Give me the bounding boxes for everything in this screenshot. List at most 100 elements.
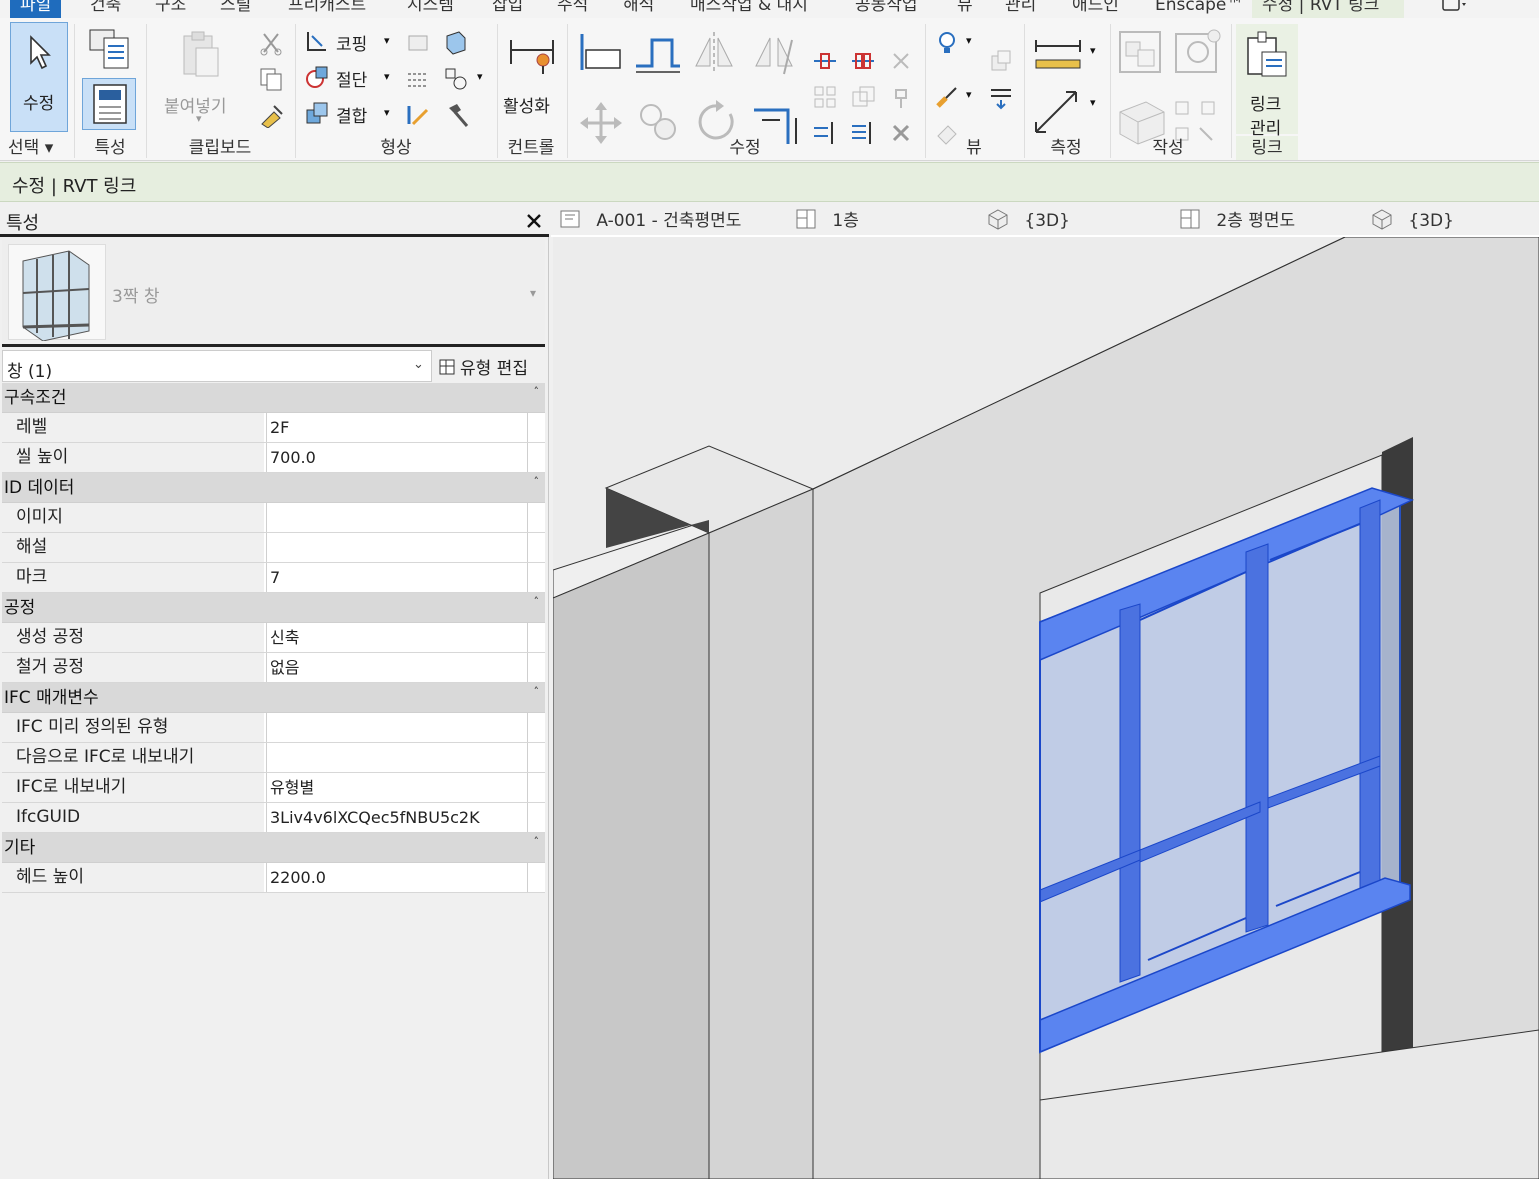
property-value[interactable]	[266, 743, 528, 772]
cut-geometry-button[interactable]: 절단 ▾	[304, 64, 400, 94]
create-group-icon[interactable]	[1116, 28, 1164, 76]
tab-annotate[interactable]: 주석	[547, 0, 598, 18]
quick-access-dropdown[interactable]	[1430, 0, 1475, 18]
property-value[interactable]	[266, 503, 528, 532]
scale-icon[interactable]	[850, 84, 876, 110]
edit-type-button[interactable]: 유형 편집	[436, 350, 546, 382]
pin-icon[interactable]	[888, 84, 914, 110]
beam-join-icon[interactable]	[405, 66, 431, 92]
tab-file[interactable]: 파일	[10, 0, 62, 18]
property-value[interactable]: 700.0	[266, 443, 528, 472]
property-value[interactable]	[266, 533, 528, 562]
property-group-header[interactable]: 기타 ˄	[2, 833, 545, 863]
view-tab-3d-1[interactable]: {3D}	[987, 205, 1070, 237]
tab-manage[interactable]: 관리	[995, 0, 1046, 18]
view-tab-1f[interactable]: 1층	[795, 205, 859, 237]
property-row: 철거 공정 없음	[2, 653, 545, 683]
tab-addins[interactable]: 애드인	[1062, 0, 1129, 18]
property-value[interactable]: 2F	[266, 413, 528, 442]
property-value[interactable]: 없음	[266, 653, 528, 682]
property-group-header[interactable]: 공정 ˄	[2, 593, 545, 623]
ribbon: 수정 선택 ▾ 특성 붙여넣기 ▾ 클립보드 코핑 ▾ 절단 ▾ 결합 ▾ ▾	[0, 18, 1539, 161]
collapse-chevron-icon[interactable]: ˄	[534, 685, 540, 698]
dropdown-arrow-icon: ▾	[1090, 96, 1096, 109]
tab-systems[interactable]: 시스템	[397, 0, 464, 18]
cope-button[interactable]: 코핑 ▾	[304, 28, 400, 58]
paint-icon[interactable]	[405, 102, 431, 128]
collapse-chevron-icon[interactable]: ˄	[534, 835, 540, 848]
collapse-chevron-icon[interactable]: ˄	[534, 385, 540, 398]
properties-title: 특성	[6, 213, 40, 234]
match-properties-icon[interactable]	[258, 102, 284, 128]
modify-button[interactable]: 수정	[10, 22, 68, 132]
dropdown-arrow-icon: ▾	[44, 138, 54, 158]
type-properties-icon	[89, 29, 129, 69]
demolish-hammer-icon[interactable]	[443, 102, 469, 128]
offset-icon[interactable]	[632, 30, 684, 76]
align-icon[interactable]	[576, 30, 624, 76]
close-icon[interactable]	[524, 211, 544, 231]
array-icon[interactable]	[812, 84, 838, 110]
paste-dropdown-icon: ▾	[196, 112, 202, 125]
linework-dropdown[interactable]: ▾	[934, 84, 976, 112]
tab-steel[interactable]: 스틸	[210, 0, 261, 18]
view-tab-3d-2[interactable]: {3D}	[1371, 205, 1454, 237]
measure-between-dropdown[interactable]: ▾	[1032, 36, 1102, 76]
tab-analyze[interactable]: 해석	[613, 0, 664, 18]
manage-links-button[interactable]: 링크 관리	[1236, 24, 1298, 139]
wall-joins-icon[interactable]	[405, 30, 431, 56]
join-button[interactable]: 결합 ▾	[304, 100, 400, 130]
property-value[interactable]: 신축	[266, 623, 528, 652]
dropdown-arrow-icon: ▾	[1090, 44, 1096, 57]
3d-viewport[interactable]	[553, 237, 1539, 1179]
create-similar-icon[interactable]	[1172, 28, 1224, 76]
view-tab-2f-plan[interactable]: 2층 평면도	[1179, 205, 1295, 237]
tab-precast[interactable]: 프리캐스트	[278, 0, 376, 18]
select-panel-title[interactable]: 선택 ▾	[8, 136, 68, 160]
property-value[interactable]: 유형별	[266, 773, 528, 802]
mirror-pick-axis-icon[interactable]	[692, 30, 738, 76]
tab-enscape[interactable]: Enscape™	[1145, 0, 1253, 18]
activate-button[interactable]: 활성화	[503, 26, 561, 126]
edit-type-icon	[439, 359, 455, 375]
tab-insert[interactable]: 삽입	[482, 0, 533, 18]
tab-massing-site[interactable]: 매스작업 & 대지	[680, 0, 818, 18]
property-group-header[interactable]: 구속조건 ˄	[2, 383, 545, 413]
property-value[interactable]: 7	[266, 563, 528, 592]
property-name: 이미지	[16, 507, 63, 527]
aligned-dimension-dropdown[interactable]: ▾	[1032, 88, 1102, 136]
collapse-chevron-icon[interactable]: ˄	[534, 475, 540, 488]
view-tab-a001[interactable]: A-001 - 건축평면도	[559, 205, 741, 237]
edit-type-label: 유형 편집	[460, 359, 528, 379]
instance-filter-select[interactable]: 창 (1) ⌄	[2, 350, 432, 382]
mirror-draw-axis-icon[interactable]	[752, 30, 798, 76]
tab-view[interactable]: 뷰	[947, 0, 983, 18]
tab-modify-rvt-link[interactable]: 수정 | RVT 링크	[1252, 0, 1404, 18]
copy-icon[interactable]	[258, 66, 284, 92]
hide-in-view-dropdown[interactable]: ▾	[934, 30, 976, 58]
property-value[interactable]: 2200.0	[266, 863, 528, 892]
property-value[interactable]	[266, 713, 528, 742]
tab-architecture[interactable]: 건축	[80, 0, 131, 18]
tab-collaborate[interactable]: 공동작업	[845, 0, 928, 18]
property-group-header[interactable]: ID 데이터 ˄	[2, 473, 545, 503]
override-graphics-icon[interactable]	[988, 48, 1014, 74]
properties-button[interactable]	[82, 78, 136, 130]
tab-structure[interactable]: 구조	[145, 0, 196, 18]
split-face-icon[interactable]	[443, 30, 469, 56]
collapse-chevron-icon[interactable]: ˄	[534, 595, 540, 608]
property-value[interactable]: 3Liv4v6lXCQec5fNBU5c2K	[266, 803, 528, 832]
3d-model-view[interactable]	[553, 237, 1539, 1179]
paintbrush-icon	[936, 87, 957, 108]
split-element-icon[interactable]	[812, 48, 838, 74]
cut-icon[interactable]	[258, 30, 284, 56]
type-selector[interactable]: 3짝 창 ▾	[2, 240, 545, 347]
type-properties-button[interactable]	[86, 26, 132, 72]
demolish-dropdown[interactable]: ▾	[443, 66, 487, 92]
properties-palette-icon	[93, 84, 127, 124]
split-with-gap-icon[interactable]	[850, 48, 876, 74]
filter-icon[interactable]	[988, 84, 1014, 110]
unpin-icon[interactable]	[888, 48, 914, 74]
paste-button[interactable]: 붙여넣기 ▾	[160, 26, 240, 126]
property-group-header[interactable]: IFC 매개변수 ˄	[2, 683, 545, 713]
